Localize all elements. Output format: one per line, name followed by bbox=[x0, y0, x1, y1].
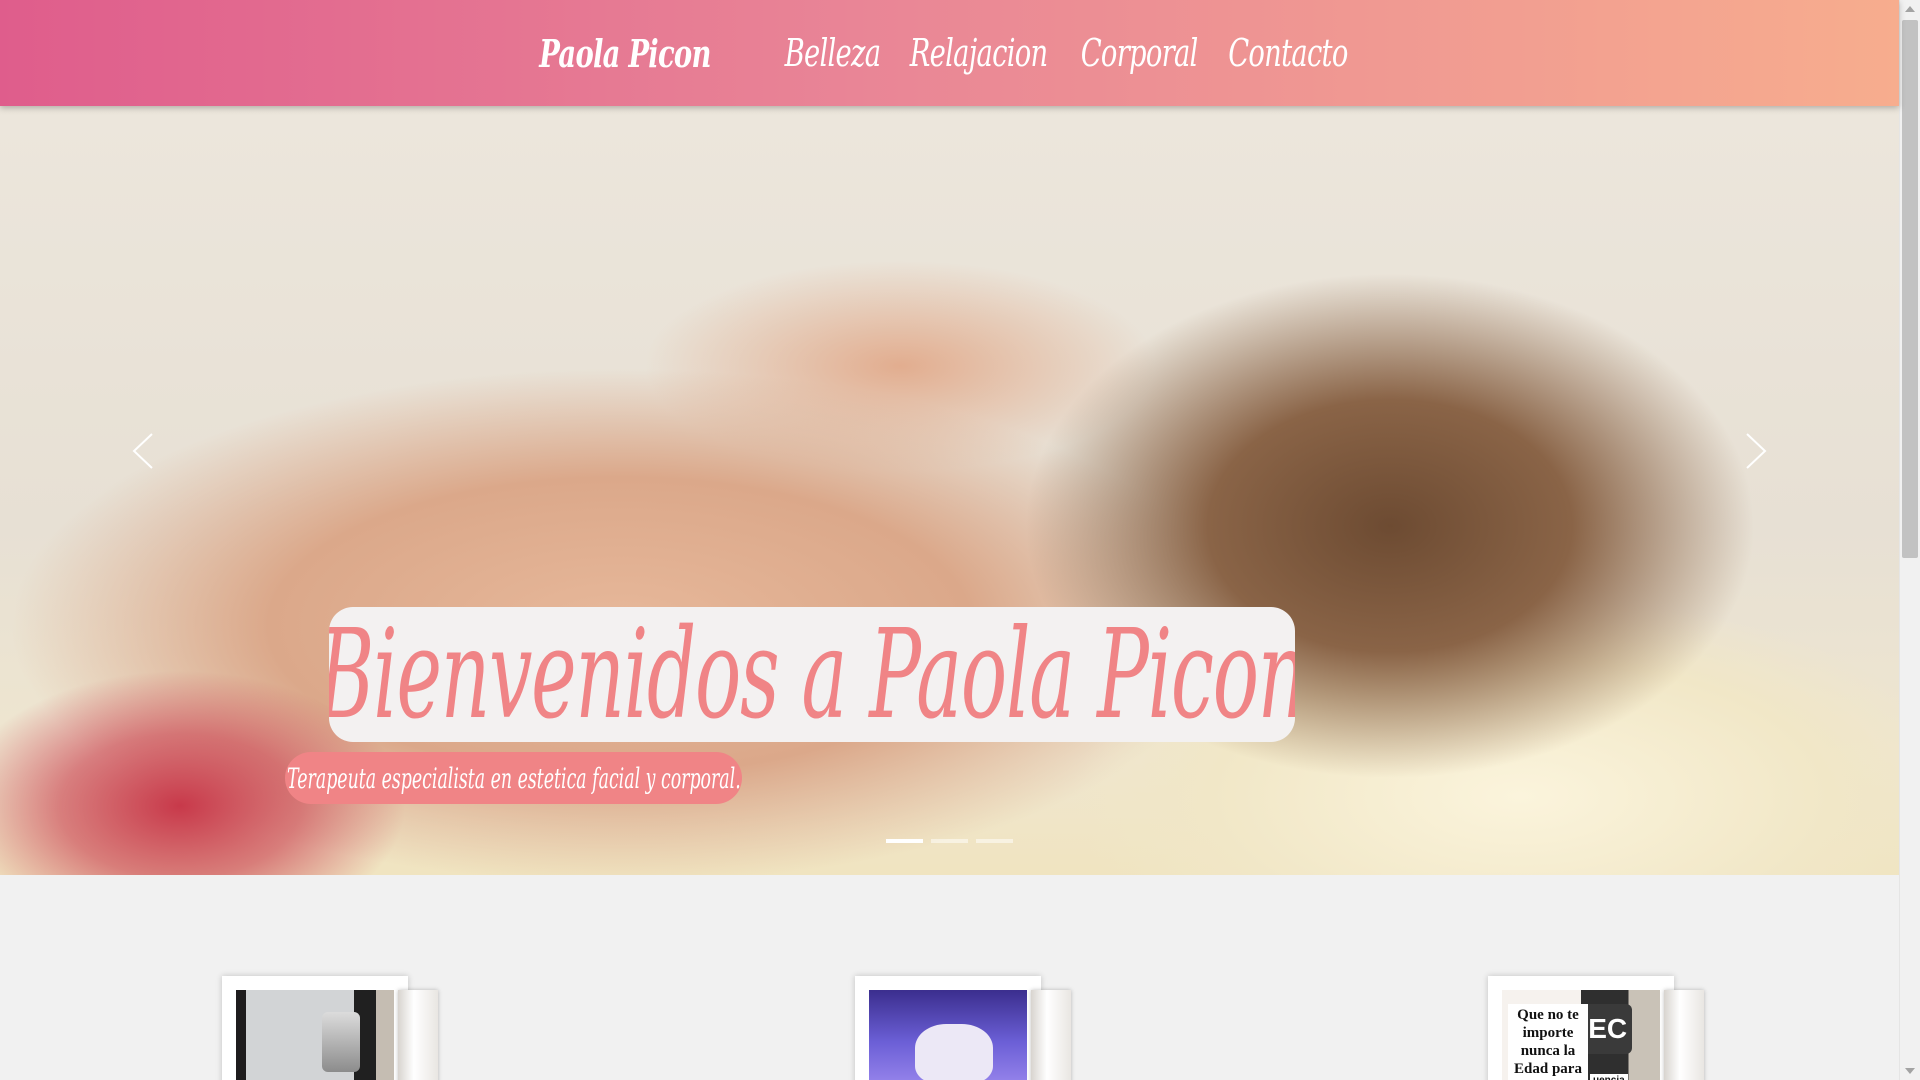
chevron-left-icon bbox=[132, 433, 153, 469]
page-scrollbar[interactable] bbox=[1899, 0, 1920, 1080]
carousel-indicators bbox=[886, 839, 1013, 843]
hero-carousel: Bienvenidos a Paola Picon Terapeuta espe… bbox=[0, 106, 1899, 875]
carousel-indicator-2[interactable] bbox=[931, 839, 968, 843]
card-stack-edge bbox=[398, 990, 438, 1080]
nav-link-corporal[interactable]: Corporal bbox=[1081, 31, 1199, 75]
card-photo-video: REC Que no te importe nunca la Edad para… bbox=[1502, 990, 1660, 1080]
nav-container: Paola Picon Belleza Relajacion Corporal … bbox=[506, 31, 1362, 76]
scroll-up-arrow-icon[interactable] bbox=[1905, 6, 1915, 12]
top-navbar: Paola Picon Belleza Relajacion Corporal … bbox=[0, 0, 1899, 106]
service-card-3[interactable]: REC Que no te importe nunca la Edad para… bbox=[1488, 976, 1704, 1080]
facial-mask-image bbox=[915, 1024, 993, 1080]
hero-title-box: Bienvenidos a Paola Picon bbox=[329, 607, 1295, 742]
card-tag: uencia bbox=[1590, 1074, 1628, 1080]
service-card-2[interactable] bbox=[855, 976, 1071, 1080]
carousel-indicator-3[interactable] bbox=[976, 839, 1013, 843]
equipment-image bbox=[322, 1012, 360, 1072]
carousel-prev-button[interactable] bbox=[124, 416, 160, 486]
card-stack-edge bbox=[1664, 990, 1704, 1080]
carousel-indicator-1[interactable] bbox=[886, 839, 923, 843]
scrollbar-thumb[interactable] bbox=[1902, 20, 1918, 558]
carousel-next-button[interactable] bbox=[1739, 416, 1775, 486]
hero-subtitle-pill: Terapeuta especialista en estetica facia… bbox=[285, 752, 742, 804]
nav-link-relajacion[interactable]: Relajacion bbox=[910, 31, 1048, 75]
chevron-right-icon bbox=[1746, 433, 1767, 469]
hero-title: Bienvenidos a Paola Picon bbox=[329, 607, 1295, 742]
card-photo-facial-mask bbox=[869, 990, 1027, 1080]
card-caption: Que no te importe nunca la Edad para bbox=[1508, 1004, 1588, 1080]
scroll-down-arrow-icon[interactable] bbox=[1905, 1068, 1915, 1074]
service-card-1[interactable] bbox=[222, 976, 438, 1080]
brand-link[interactable]: Paola Picon bbox=[540, 31, 712, 76]
card-photo-machine bbox=[236, 990, 394, 1080]
card-stack-edge bbox=[1031, 990, 1071, 1080]
nav-link-belleza[interactable]: Belleza bbox=[785, 31, 881, 75]
nav-link-contacto[interactable]: Contacto bbox=[1228, 31, 1348, 75]
hero-subtitle: Terapeuta especialista en estetica facia… bbox=[286, 761, 741, 795]
